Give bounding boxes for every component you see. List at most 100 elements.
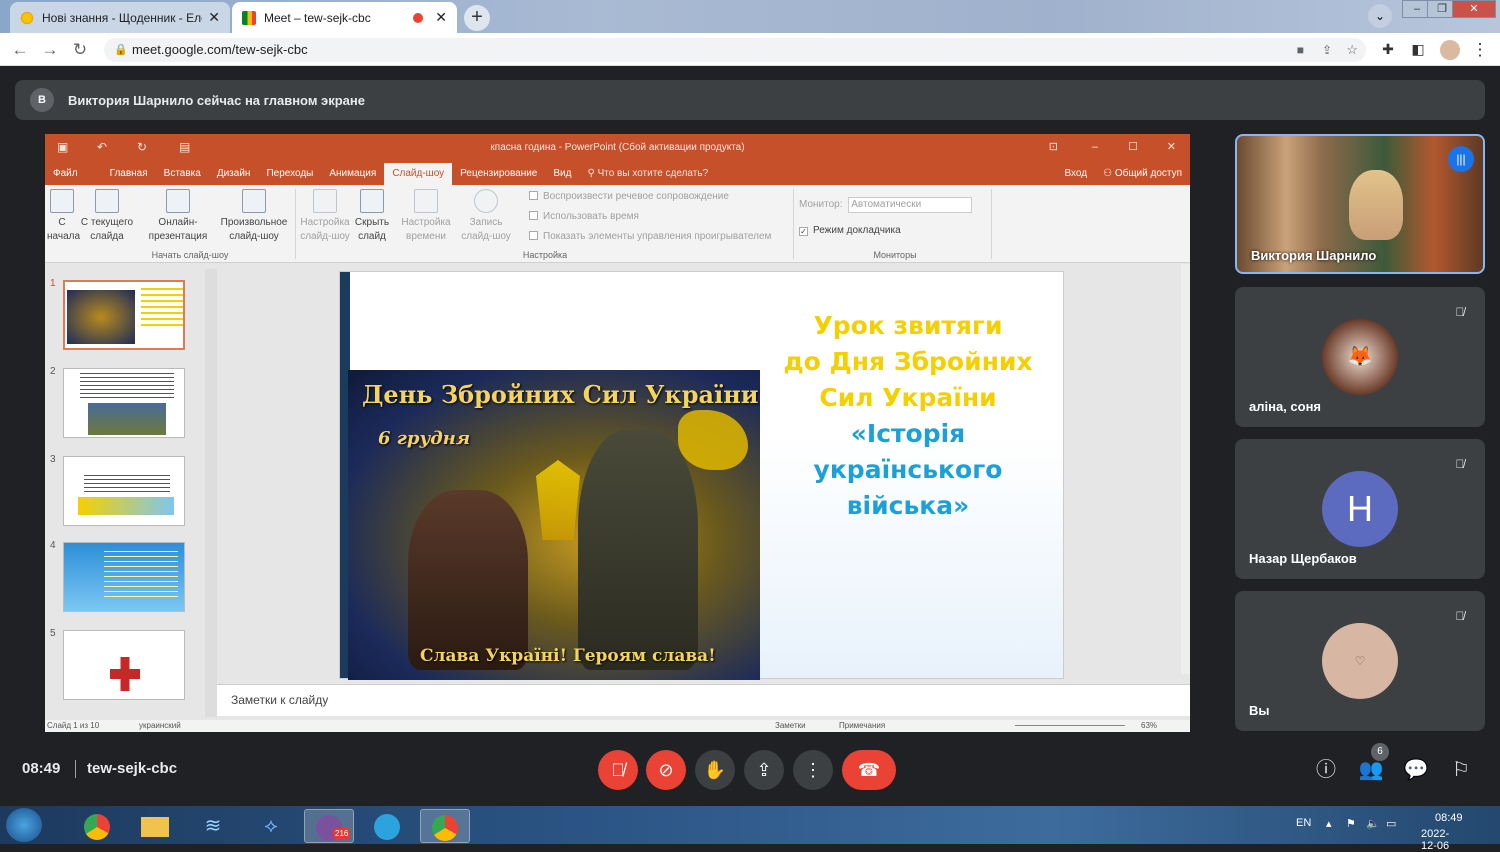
- viber-taskbar-icon[interactable]: 216: [304, 809, 354, 843]
- meet-favicon-icon: [242, 10, 256, 25]
- sun-favicon-icon: [20, 10, 34, 25]
- windows-taskbar: ≋ ⟡ 216: [0, 806, 1500, 844]
- tab-transitions: Переходы: [266, 168, 314, 179]
- notification-badge: 216: [333, 828, 351, 840]
- mic-off-icon: 🎙̸: [1455, 609, 1465, 623]
- thumb-image: [78, 497, 174, 515]
- app-taskbar-icon[interactable]: ⟡: [246, 809, 296, 843]
- zoom-level: 63%: [1141, 721, 1158, 730]
- explorer-taskbar-icon[interactable]: [130, 809, 180, 843]
- tray-expand-icon[interactable]: ▴: [1326, 817, 1332, 830]
- play-icon: [95, 189, 119, 213]
- flag-icon[interactable]: ⚑: [1346, 817, 1356, 830]
- meeting-time: 08:49: [22, 760, 61, 777]
- divider: [991, 189, 992, 259]
- opt2-label: Использовать время: [543, 211, 639, 222]
- close-icon[interactable]: ✕: [435, 9, 447, 26]
- chrome-icon: [432, 814, 458, 841]
- input-language[interactable]: EN: [1296, 817, 1311, 829]
- network-icon[interactable]: ▭: [1386, 817, 1396, 830]
- banner-text: Виктория Шарнило сейчас на главном экран…: [68, 92, 365, 108]
- browser-tab-meet[interactable]: Meet – tew-sejk-cbc ✕: [232, 2, 457, 33]
- hide-slide-button: Скрыть слайд: [353, 189, 391, 244]
- back-arrow-icon[interactable]: ←: [8, 33, 32, 66]
- new-tab-button[interactable]: +: [464, 5, 490, 31]
- activities-icon[interactable]: ⚐: [1448, 757, 1474, 783]
- tab-file: Файл: [53, 168, 78, 179]
- mic-toggle-button[interactable]: 🎙̸: [598, 750, 638, 790]
- title-line: до Дня Збройних: [783, 347, 1033, 376]
- start-button[interactable]: [6, 808, 42, 842]
- present-now-button[interactable]: ⇪: [744, 750, 784, 790]
- from-current-label: С текущего слайда: [80, 217, 134, 242]
- participant-tile-self[interactable]: ♡ 🎙̸ Вы: [1235, 591, 1485, 731]
- sidepanel-icon[interactable]: ◧: [1406, 33, 1430, 66]
- thumb-text: [80, 373, 174, 399]
- share-icon[interactable]: ⇪: [1322, 38, 1332, 62]
- close-icon: ✕: [1166, 141, 1176, 153]
- record-label: Запись слайд-шоу: [461, 217, 511, 242]
- present-icon: ▤: [179, 140, 191, 154]
- group-setup-label: Настройка: [522, 250, 568, 260]
- chat-icon[interactable]: 💬: [1403, 757, 1429, 783]
- title-line: «Історія: [850, 419, 966, 448]
- window-close-button[interactable]: ✕: [1452, 0, 1496, 18]
- powerpoint-ribbon: С начала С текущего слайда Онлайн-презен…: [45, 185, 1190, 263]
- telegram-taskbar-icon[interactable]: [362, 809, 412, 843]
- slide-thumbnail: [63, 542, 185, 612]
- browser-tab-diary[interactable]: Нові знання - Щоденник - Елек ✕: [10, 2, 230, 33]
- slide-number: 5: [50, 628, 56, 639]
- participant-tile-presenter[interactable]: ||| Виктория Шарнило: [1235, 134, 1485, 274]
- reload-icon[interactable]: ↻: [68, 33, 92, 66]
- slide-thumbnail: [63, 280, 185, 350]
- speaking-indicator-icon: |||: [1448, 146, 1474, 172]
- wave-icon: ≋: [204, 815, 222, 837]
- zoom-slider: [1015, 725, 1125, 726]
- forward-arrow-icon[interactable]: →: [38, 33, 62, 66]
- play-icon: [50, 189, 74, 213]
- participant-name: Виктория Шарнило: [1251, 248, 1377, 263]
- tray-time[interactable]: 08:49: [1435, 812, 1463, 824]
- recording-dot-icon: [413, 12, 424, 23]
- profile-avatar[interactable]: [1440, 40, 1460, 60]
- bookmark-star-icon[interactable]: ☆: [1346, 38, 1358, 62]
- thumb-text: [104, 551, 178, 601]
- meeting-details-icon[interactable]: ⓘ: [1313, 757, 1339, 783]
- comments-toggle: Примечания: [839, 721, 886, 730]
- tab-animation: Анимация: [329, 168, 377, 179]
- tab-title: Нові знання - Щоденник - Елек: [42, 10, 203, 25]
- camera-toggle-button[interactable]: ⊘: [646, 750, 686, 790]
- checkbox: [529, 231, 538, 240]
- diamond-icon: ⟡: [264, 815, 278, 837]
- volume-icon[interactable]: 🔈: [1366, 817, 1380, 830]
- powerpoint-ribbon-tabs: Файл Главная Вставка Дизайн Переходы Ани…: [45, 161, 1190, 185]
- app-taskbar-icon[interactable]: ≋: [188, 809, 238, 843]
- tab-search-chevron-icon[interactable]: ⌄: [1368, 4, 1392, 28]
- hang-up-icon: ☎: [857, 760, 881, 780]
- tray-date[interactable]: 2022-12-06: [1421, 828, 1449, 852]
- slides-icon: [242, 189, 266, 213]
- tab-home: Главная: [109, 168, 148, 179]
- presenter-label: Режим докладчика: [813, 225, 901, 236]
- opt3-label: Показать элементы управления проигрывате…: [543, 231, 772, 242]
- more-options-button[interactable]: ⋮: [793, 750, 833, 790]
- raise-hand-button[interactable]: ✋: [695, 750, 735, 790]
- tab-slideshow: Слайд-шоу: [384, 163, 453, 185]
- chrome-active-taskbar-icon[interactable]: [420, 809, 470, 843]
- undo-icon: ↶: [97, 140, 108, 154]
- camera-off-icon: ⊘: [658, 760, 674, 780]
- from-current-button: С текущего слайда: [77, 189, 137, 244]
- ribbon-display-icon: ⊡: [1048, 141, 1058, 153]
- extensions-puzzle-icon[interactable]: ✚: [1376, 33, 1400, 66]
- menu-kebab-icon[interactable]: ⋮: [1468, 33, 1492, 66]
- avatar: Н: [1322, 471, 1398, 547]
- save-icon: ▣: [57, 140, 69, 154]
- cossack-figures: [408, 490, 528, 670]
- close-icon[interactable]: ✕: [208, 9, 220, 26]
- participant-tile[interactable]: Н 🎙̸ Назар Щербаков: [1235, 439, 1485, 579]
- leave-call-button[interactable]: ☎: [842, 750, 896, 790]
- camera-icon[interactable]: ■: [1297, 38, 1304, 62]
- address-bar[interactable]: 🔒 meet.google.com/tew-sejk-cbc ■ ⇪ ☆: [104, 38, 1366, 62]
- chrome-taskbar-icon[interactable]: [72, 809, 122, 843]
- participant-tile[interactable]: 🦊 🎙̸ аліна, соня: [1235, 287, 1485, 427]
